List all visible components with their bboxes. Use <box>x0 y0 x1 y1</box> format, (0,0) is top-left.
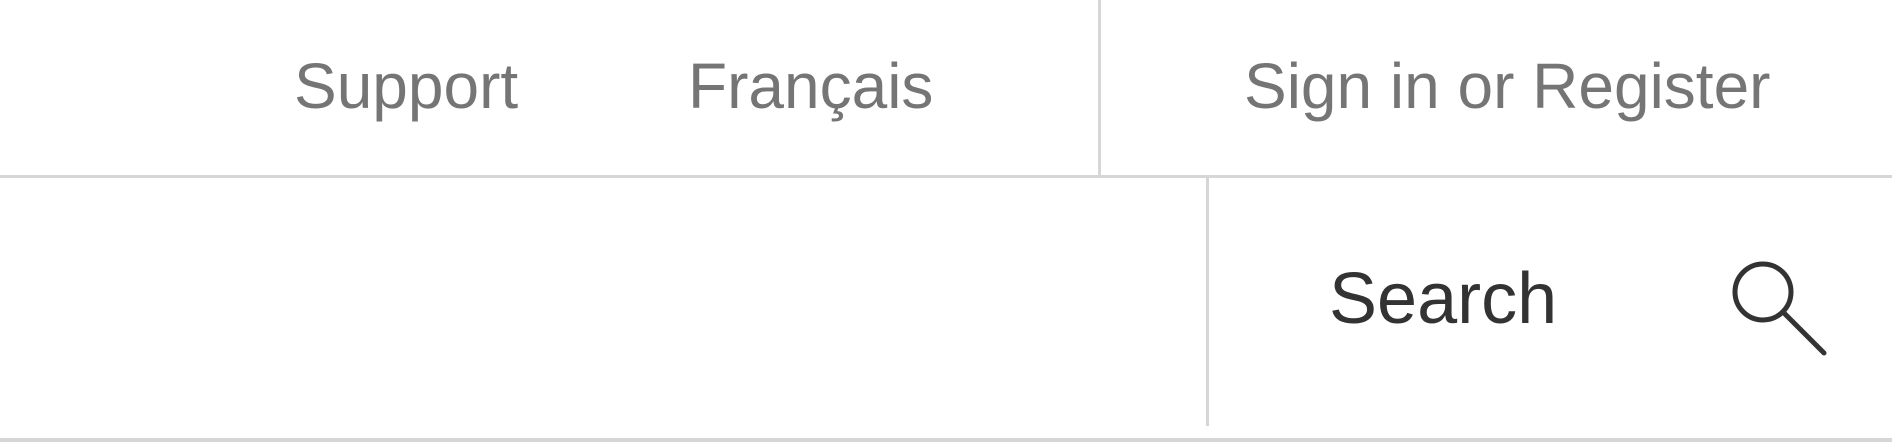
support-link[interactable]: Support <box>294 46 518 126</box>
search-button[interactable]: Search <box>1209 178 1892 426</box>
language-toggle-link[interactable]: Français <box>688 46 933 126</box>
header-bottom-border <box>0 438 1892 442</box>
page: Support Français Sign in or Register Sea… <box>0 0 1892 442</box>
sign-in-register-link[interactable]: Sign in or Register <box>1244 46 1770 126</box>
search-label: Search <box>1329 259 1558 339</box>
search-area: Search <box>0 178 1892 438</box>
utility-bar: Support Français Sign in or Register <box>0 0 1892 175</box>
search-icon <box>1729 258 1839 368</box>
utility-bar-divider <box>1098 0 1101 175</box>
